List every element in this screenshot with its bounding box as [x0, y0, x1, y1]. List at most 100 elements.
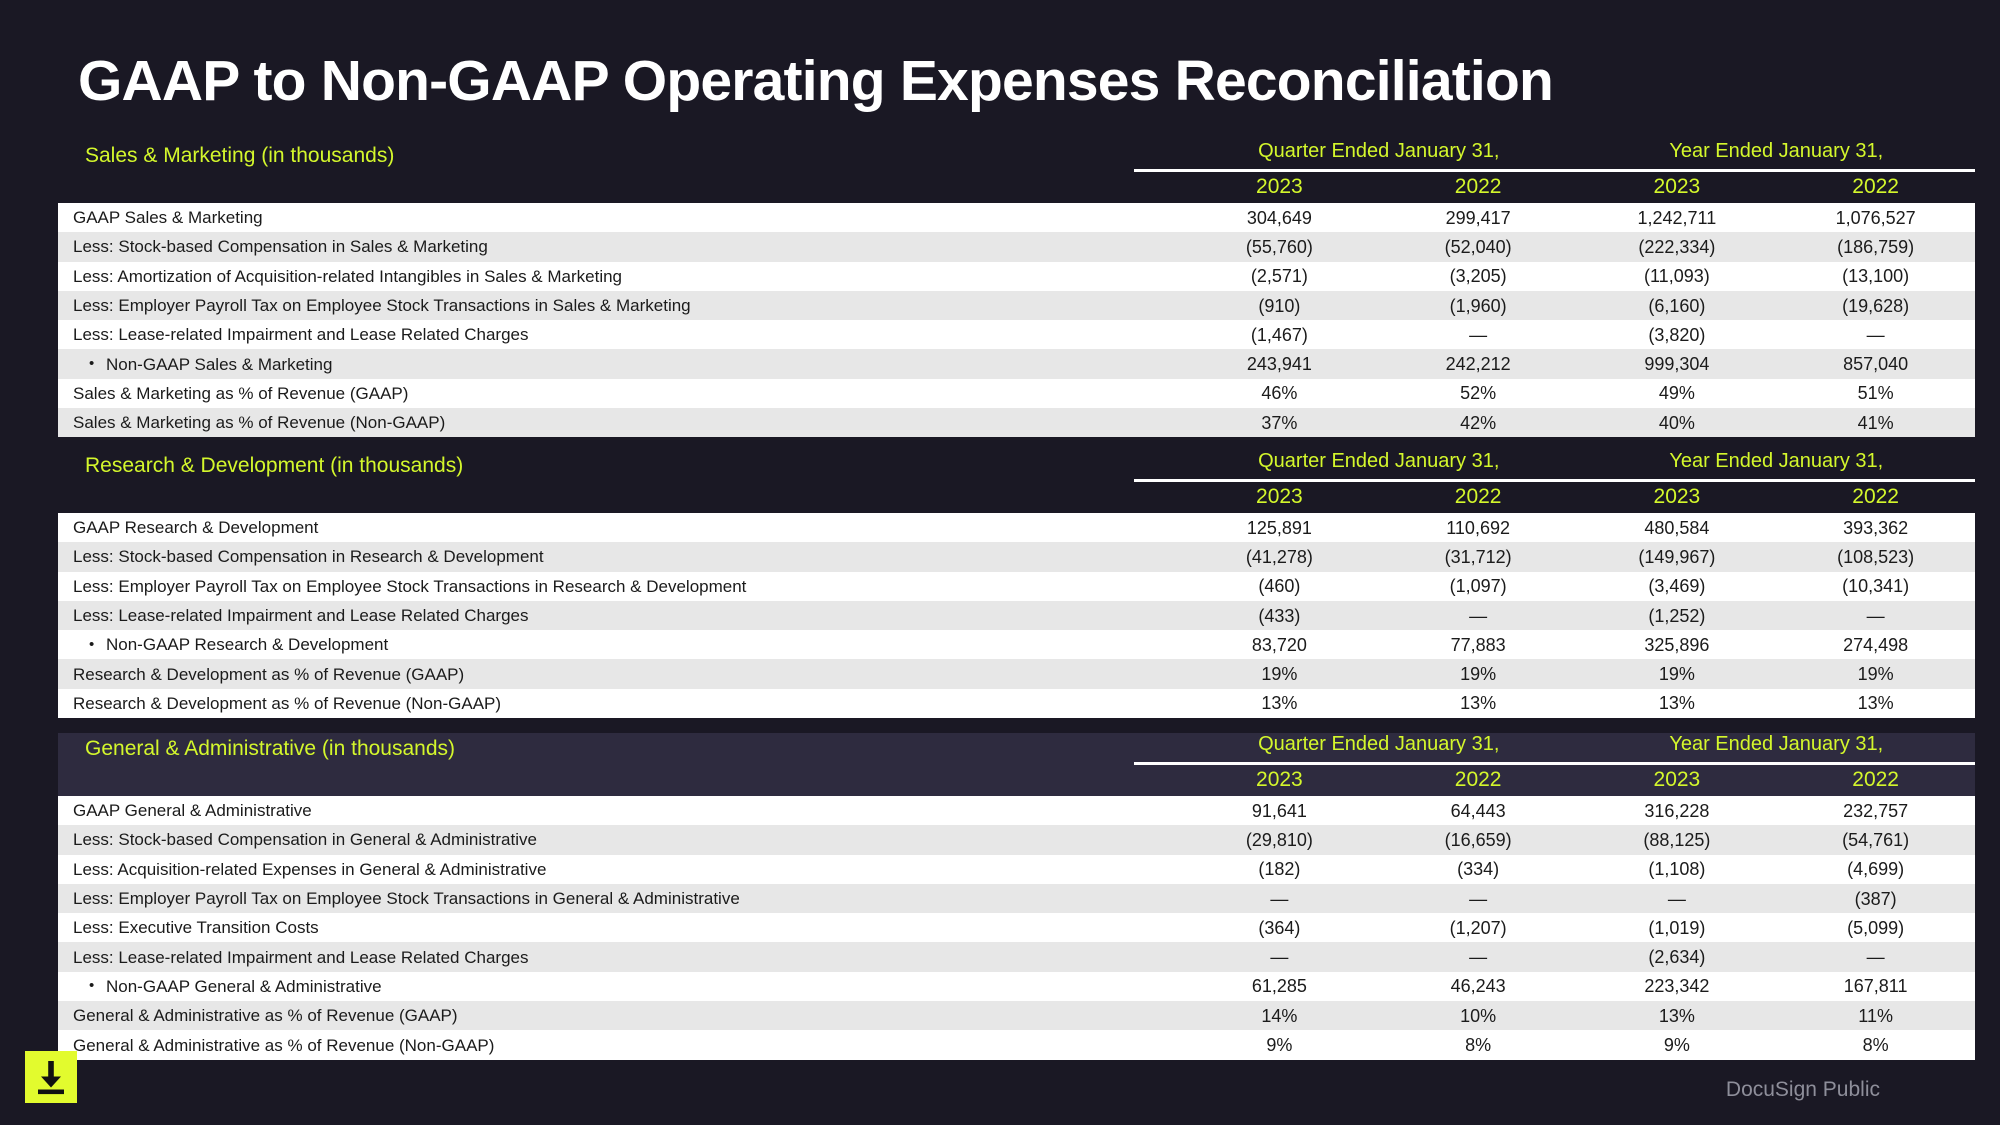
row-value: 167,811	[1843, 976, 1908, 997]
expense-section: Research & Development (in thousands) Qua…	[0, 450, 2000, 719]
table-row: General & Administrative as % of Revenue…	[58, 1030, 1975, 1060]
row-value: (88,125)	[1643, 829, 1711, 850]
section-title: General & Administrative (in thousands)	[85, 737, 456, 760]
row-value: (4,699)	[1847, 859, 1905, 880]
row-value: (54,761)	[1842, 829, 1910, 850]
row-value: 299,417	[1445, 207, 1511, 228]
row-value: (1,467)	[1250, 324, 1308, 345]
row-label: General & Administrative as % of Revenue…	[73, 1006, 458, 1026]
row-value: 52%	[1460, 383, 1497, 404]
row-value: 13%	[1261, 693, 1298, 714]
column-year-label: 2022	[1454, 175, 1502, 198]
row-value: (1,207)	[1449, 917, 1507, 938]
column-year-label: 2023	[1256, 485, 1303, 508]
row-value: 8%	[1465, 1035, 1492, 1056]
table-row: Non-GAAP Sales & Marketing 243,941 242,212…	[58, 349, 1975, 379]
row-value: 40%	[1658, 412, 1695, 433]
column-year-label: 2022	[1852, 768, 1899, 791]
row-label: Less: Employer Payroll Tax on Employee S…	[73, 296, 691, 316]
table-row: Less: Employer Payroll Tax on Employee S…	[58, 290, 1975, 321]
column-year-label: 2023	[1653, 175, 1701, 198]
table-row: GAAP Sales & Marketing 304,649 299,417 1,24…	[58, 203, 1975, 233]
table-row: Less: Lease-related Impairment and Lease…	[58, 600, 1975, 631]
row-value: 91,641	[1251, 800, 1307, 821]
row-value: 42%	[1460, 412, 1497, 433]
row-value: —	[1469, 324, 1488, 345]
row-value: (1,108)	[1648, 859, 1706, 880]
row-value: 49%	[1658, 383, 1695, 404]
row-label: Less: Executive Transition Costs	[73, 918, 319, 938]
row-value: (41,278)	[1245, 546, 1313, 567]
table-row: Non-GAAP Research & Development 83,720 77,…	[58, 630, 1975, 660]
column-year-label: 2022	[1454, 768, 1502, 791]
reconciliation-table: GAAP General & Administrative 91,641 64,44…	[58, 796, 1975, 1060]
row-value: (1,019)	[1648, 917, 1706, 938]
row-label: Less: Employer Payroll Tax on Employee S…	[73, 889, 740, 909]
row-value: (3,205)	[1449, 266, 1507, 287]
column-year-label: 2023	[1653, 485, 1701, 508]
row-value: 110,692	[1446, 517, 1510, 538]
section-title: Research & Development (in thousands)	[85, 454, 464, 477]
row-label: Less: Acquisition-related Expenses in Ge…	[73, 859, 547, 879]
column-header-rule	[1134, 762, 1975, 765]
row-value: 316,228	[1644, 800, 1710, 821]
row-value: 1,242,711	[1637, 207, 1717, 228]
row-value: (433)	[1258, 605, 1301, 626]
column-year-label: 2023	[1256, 175, 1303, 198]
row-value: —	[1469, 947, 1488, 968]
download-icon[interactable]	[25, 1051, 77, 1103]
row-value: —	[1866, 324, 1885, 345]
row-value: —	[1866, 605, 1885, 626]
slide-root: GAAP to Non-GAAP Operating Expenses Reco…	[0, 0, 2000, 1125]
page-title: GAAP to Non-GAAP Operating Expenses Reco…	[78, 49, 1554, 113]
row-label: Less: Lease-related Impairment and Lease…	[73, 606, 529, 626]
row-value: (55,760)	[1245, 236, 1313, 257]
row-value: 61,285	[1251, 976, 1307, 997]
row-value: (3,820)	[1648, 324, 1706, 345]
row-value: 304,649	[1246, 207, 1312, 228]
table-row: GAAP General & Administrative 91,641 64,44…	[58, 796, 1975, 826]
row-value: 19%	[1658, 664, 1695, 685]
row-value: (460)	[1258, 576, 1301, 597]
column-header-rule	[1134, 169, 1975, 172]
row-value: (19,628)	[1842, 295, 1910, 316]
row-value: (186,759)	[1837, 236, 1915, 257]
table-row: Less: Stock-based Compensation in Sales …	[58, 232, 1975, 262]
table-row: Less: Stock-based Compensation in Genera…	[58, 825, 1975, 855]
row-value: (31,712)	[1444, 546, 1512, 567]
row-value: (2,571)	[1250, 266, 1308, 287]
table-row: Research & Development as % of Revenue (…	[58, 659, 1975, 689]
row-value: 857,040	[1843, 354, 1909, 375]
row-value: (387)	[1854, 888, 1897, 909]
table-row: Less: Lease-related Impairment and Lease…	[58, 942, 1975, 972]
row-value: (2,634)	[1648, 947, 1706, 968]
column-year-label: 2022	[1852, 485, 1899, 508]
column-year-label: 2022	[1454, 485, 1502, 508]
row-value: 223,342	[1644, 976, 1710, 997]
row-value: 10%	[1460, 1005, 1497, 1026]
row-label: Less: Lease-related Impairment and Lease…	[73, 947, 529, 967]
expense-section: Sales & Marketing (in thousands) Quarter …	[0, 140, 2000, 438]
row-value: 393,362	[1843, 517, 1909, 538]
row-label: General & Administrative as % of Revenue…	[73, 1035, 495, 1055]
table-row: Sales & Marketing as % of Revenue (Non-G…	[58, 408, 1975, 438]
row-label: GAAP Research & Development	[73, 518, 319, 538]
row-value: (10,341)	[1842, 576, 1910, 597]
expense-section: General & Administrative (in thousands) Q…	[0, 733, 2000, 1060]
row-value: (16,659)	[1444, 829, 1512, 850]
table-row: Research & Development as % of Revenue (…	[58, 688, 1975, 719]
reconciliation-table: GAAP Research & Development 125,891 110,69…	[58, 513, 1975, 719]
row-label: Less: Stock-based Compensation in Sales …	[73, 237, 488, 257]
column-group-label: Year Ended January 31,	[1669, 450, 1884, 472]
row-value: (1,960)	[1449, 295, 1507, 316]
row-label-subtotal: Non-GAAP Sales & Marketing	[58, 349, 1180, 378]
column-header-rule	[1134, 479, 1975, 482]
row-value: 14%	[1261, 1005, 1298, 1026]
row-label: GAAP Sales & Marketing	[73, 208, 263, 228]
row-label: GAAP General & Administrative	[73, 801, 312, 821]
row-value: (364)	[1258, 917, 1301, 938]
row-value: 232,757	[1843, 800, 1909, 821]
row-value: 13%	[1857, 693, 1894, 714]
row-value: (11,093)	[1644, 266, 1710, 287]
row-value: 13%	[1658, 693, 1695, 714]
